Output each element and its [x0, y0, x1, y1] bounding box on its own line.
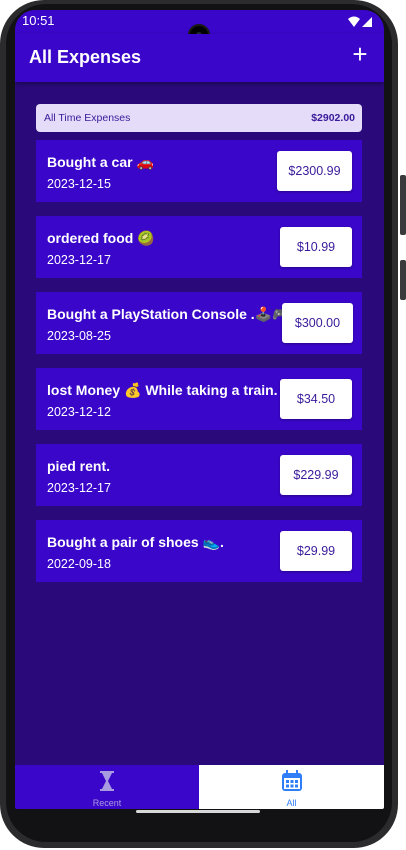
expense-title: Bought a pair of shoes 👟. — [47, 534, 224, 550]
expense-item[interactable]: lost Money 💰 While taking a train. 2023-… — [36, 368, 362, 430]
expense-date: 2023-12-17 — [47, 481, 111, 495]
expense-title: ordered food 🥝 — [47, 230, 155, 246]
app-screen: 10:51 All Expenses + All Time Expenses $… — [15, 10, 384, 809]
expense-title: pied rent. — [47, 458, 111, 474]
bottom-navigation: Recent All — [15, 765, 384, 809]
tab-recent[interactable]: Recent — [15, 765, 199, 809]
calendar-icon — [281, 770, 303, 797]
home-indicator[interactable] — [136, 810, 260, 813]
expense-amount-button[interactable]: $2300.99 — [277, 151, 352, 191]
expense-date: 2023-12-17 — [47, 253, 111, 267]
expense-list: Bought a car 🚗 2023-12-15 $2300.99 order… — [36, 140, 362, 596]
hourglass-icon — [99, 770, 115, 797]
summary-total: $2902.00 — [311, 112, 355, 124]
expense-title: Bought a PlayStation Console .🕹️🎮 — [47, 306, 290, 322]
add-expense-button[interactable]: + — [348, 41, 372, 67]
expense-item[interactable]: Bought a PlayStation Console .🕹️🎮 2023-0… — [36, 292, 362, 354]
status-time: 10:51 — [22, 13, 55, 28]
expense-date: 2023-08-25 — [47, 329, 111, 343]
expense-amount-button[interactable]: $29.99 — [280, 531, 352, 571]
app-bar: All Expenses + — [15, 34, 384, 82]
tab-recent-label: Recent — [92, 798, 122, 808]
expense-title: lost Money 💰 While taking a train. — [47, 382, 278, 398]
total-summary: All Time Expenses $2902.00 — [36, 104, 362, 132]
expense-date: 2023-12-15 — [47, 177, 111, 191]
expense-date: 2023-12-12 — [47, 405, 111, 419]
expense-item[interactable]: ordered food 🥝 2023-12-17 $10.99 — [36, 216, 362, 278]
summary-label: All Time Expenses — [44, 112, 131, 124]
expense-date: 2022-09-18 — [47, 557, 111, 571]
volume-button — [400, 175, 406, 235]
power-button — [400, 260, 406, 300]
status-icons — [348, 15, 374, 33]
tab-all-label: All — [286, 798, 297, 808]
expense-amount-button[interactable]: $229.99 — [280, 455, 352, 495]
expense-item[interactable]: pied rent. 2023-12-17 $229.99 — [36, 444, 362, 506]
page-title: All Expenses — [29, 47, 142, 67]
wifi-icon — [348, 16, 372, 27]
expense-amount-button[interactable]: $10.99 — [280, 227, 352, 267]
expense-item[interactable]: Bought a car 🚗 2023-12-15 $2300.99 — [36, 140, 362, 202]
tab-all[interactable]: All — [199, 765, 384, 809]
expense-amount-button[interactable]: $300.00 — [282, 303, 353, 343]
expense-item[interactable]: Bought a pair of shoes 👟. 2022-09-18 $29… — [36, 520, 362, 582]
expense-amount-button[interactable]: $34.50 — [280, 379, 352, 419]
expense-title: Bought a car 🚗 — [47, 154, 154, 170]
